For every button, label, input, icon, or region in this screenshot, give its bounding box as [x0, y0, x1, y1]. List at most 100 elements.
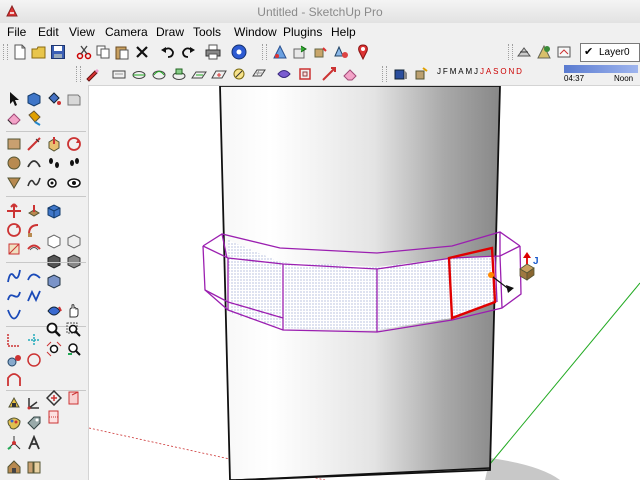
walk-icon[interactable]: [66, 155, 82, 171]
sandbox-from-scratch-icon[interactable]: [131, 66, 147, 82]
position-camera-icon[interactable]: [66, 174, 82, 190]
undo-icon[interactable]: [160, 44, 176, 60]
arc-icon[interactable]: [26, 155, 42, 171]
sample-material-icon[interactable]: [66, 91, 82, 107]
erase-icon[interactable]: [134, 44, 150, 60]
make-component-icon[interactable]: [26, 91, 42, 107]
cube-outline-icon-2[interactable]: [66, 233, 82, 249]
tape-measure-icon[interactable]: [6, 332, 22, 348]
offset-tool-icon[interactable]: [26, 241, 42, 257]
rectangle-icon[interactable]: [6, 136, 22, 152]
display-shadows-icon[interactable]: [413, 66, 429, 82]
footprint-icon[interactable]: [46, 155, 62, 171]
pan-hand-icon[interactable]: [66, 303, 82, 319]
book-icon[interactable]: [26, 459, 42, 475]
smoove-icon[interactable]: [151, 66, 167, 82]
stamp-icon[interactable]: [171, 66, 187, 82]
scale-icon[interactable]: [6, 241, 22, 257]
curve-tool-icon[interactable]: [6, 268, 22, 284]
catenary-icon[interactable]: [6, 307, 22, 323]
house-icon[interactable]: [6, 459, 22, 475]
sandbox-from-contours-icon[interactable]: [111, 66, 127, 82]
paint-palette-icon[interactable]: [6, 415, 22, 431]
move-icon[interactable]: [321, 66, 337, 82]
component-box-icon[interactable]: [46, 203, 62, 219]
toolbar-grip[interactable]: [3, 44, 8, 60]
pushpull-icon[interactable]: [46, 136, 62, 152]
freehand-icon[interactable]: [26, 174, 42, 190]
zoom-icon[interactable]: [46, 322, 62, 338]
toolbar-grip[interactable]: [382, 66, 387, 82]
offset-icon[interactable]: [297, 66, 313, 82]
eraser-tool-icon[interactable]: [6, 110, 22, 126]
line-icon[interactable]: [26, 136, 42, 152]
dimension-icon[interactable]: [26, 332, 42, 348]
menu-edit[interactable]: Edit: [38, 25, 59, 39]
redo-icon[interactable]: [180, 44, 196, 60]
polyline-icon[interactable]: [26, 288, 42, 304]
modeling-viewport[interactable]: J: [89, 86, 640, 480]
model-info-icon[interactable]: [231, 44, 247, 60]
layer-color-icon[interactable]: [536, 44, 552, 60]
save-icon[interactable]: [50, 44, 66, 60]
orbit-icon[interactable]: [46, 303, 62, 319]
follow-me-tool-icon[interactable]: [26, 222, 42, 238]
menu-camera[interactable]: Camera: [105, 25, 148, 39]
cube-shaded-icon[interactable]: [66, 253, 82, 269]
pencil-icon[interactable]: [84, 66, 100, 82]
zoom-window-icon[interactable]: [66, 322, 82, 338]
previous-view-icon[interactable]: [66, 341, 82, 357]
layer-manager-icon[interactable]: [516, 44, 532, 60]
menu-tools[interactable]: Tools: [193, 25, 221, 39]
paint-bucket-icon[interactable]: [46, 91, 62, 107]
layer-selector[interactable]: ✔ Layer0: [580, 43, 640, 62]
photo-textures-icon[interactable]: [333, 44, 349, 60]
green-axis-line[interactable]: [484, 282, 640, 471]
section-cut-icon[interactable]: [66, 390, 82, 406]
menu-file[interactable]: File: [7, 25, 26, 39]
eraser-icon[interactable]: [342, 66, 358, 82]
look-around-icon[interactable]: [46, 174, 62, 190]
copy-icon[interactable]: [95, 44, 111, 60]
select-arrow-icon[interactable]: [6, 91, 22, 107]
open-file-icon[interactable]: [31, 44, 47, 60]
pushpull-tool-icon[interactable]: [26, 203, 42, 219]
3d-text-icon[interactable]: [6, 372, 22, 388]
layer-visibility-icon[interactable]: [556, 44, 572, 60]
cube-texture-icon[interactable]: [46, 273, 62, 289]
shadow-time-slider[interactable]: [564, 65, 638, 73]
polygon-icon[interactable]: [6, 174, 22, 190]
spline-tool-icon[interactable]: [26, 268, 42, 284]
toolbar-grip[interactable]: [508, 44, 513, 60]
rotate-component-icon[interactable]: [66, 136, 82, 152]
text-tool-icon[interactable]: [26, 352, 42, 368]
cube-solid-icon[interactable]: [46, 253, 62, 269]
menu-help[interactable]: Help: [331, 25, 356, 39]
axes-icon[interactable]: [26, 395, 42, 411]
menu-view[interactable]: View: [69, 25, 95, 39]
share-model-icon[interactable]: [292, 44, 308, 60]
new-file-icon[interactable]: [12, 44, 28, 60]
zoom-extents-icon[interactable]: [46, 341, 62, 357]
move-tool-icon[interactable]: [6, 203, 22, 219]
bezier-icon[interactable]: [6, 288, 22, 304]
section-plane-icon[interactable]: [46, 390, 62, 406]
toolbar-grip[interactable]: [76, 66, 81, 82]
circle-icon[interactable]: [6, 155, 22, 171]
flip-edge-icon[interactable]: [231, 66, 247, 82]
drape-icon[interactable]: [191, 66, 207, 82]
shadow-settings-icon[interactable]: [392, 66, 408, 82]
toolbar-grip[interactable]: [262, 44, 267, 60]
menu-plugins[interactable]: Plugins: [283, 25, 322, 39]
model-text-icon[interactable]: [26, 435, 42, 451]
rotate-icon[interactable]: [6, 222, 22, 238]
share-component-icon[interactable]: [312, 44, 328, 60]
scene-canvas[interactable]: J: [89, 86, 640, 480]
cube-outline-icon[interactable]: [46, 233, 62, 249]
shadow-month-scale[interactable]: JFMAMJJASOND: [437, 67, 524, 76]
paint-tool-icon[interactable]: [26, 110, 42, 126]
protractor-icon[interactable]: [6, 352, 22, 368]
section-display-icon[interactable]: [46, 409, 62, 425]
get-models-icon[interactable]: [272, 44, 288, 60]
add-detail-icon[interactable]: [211, 66, 227, 82]
